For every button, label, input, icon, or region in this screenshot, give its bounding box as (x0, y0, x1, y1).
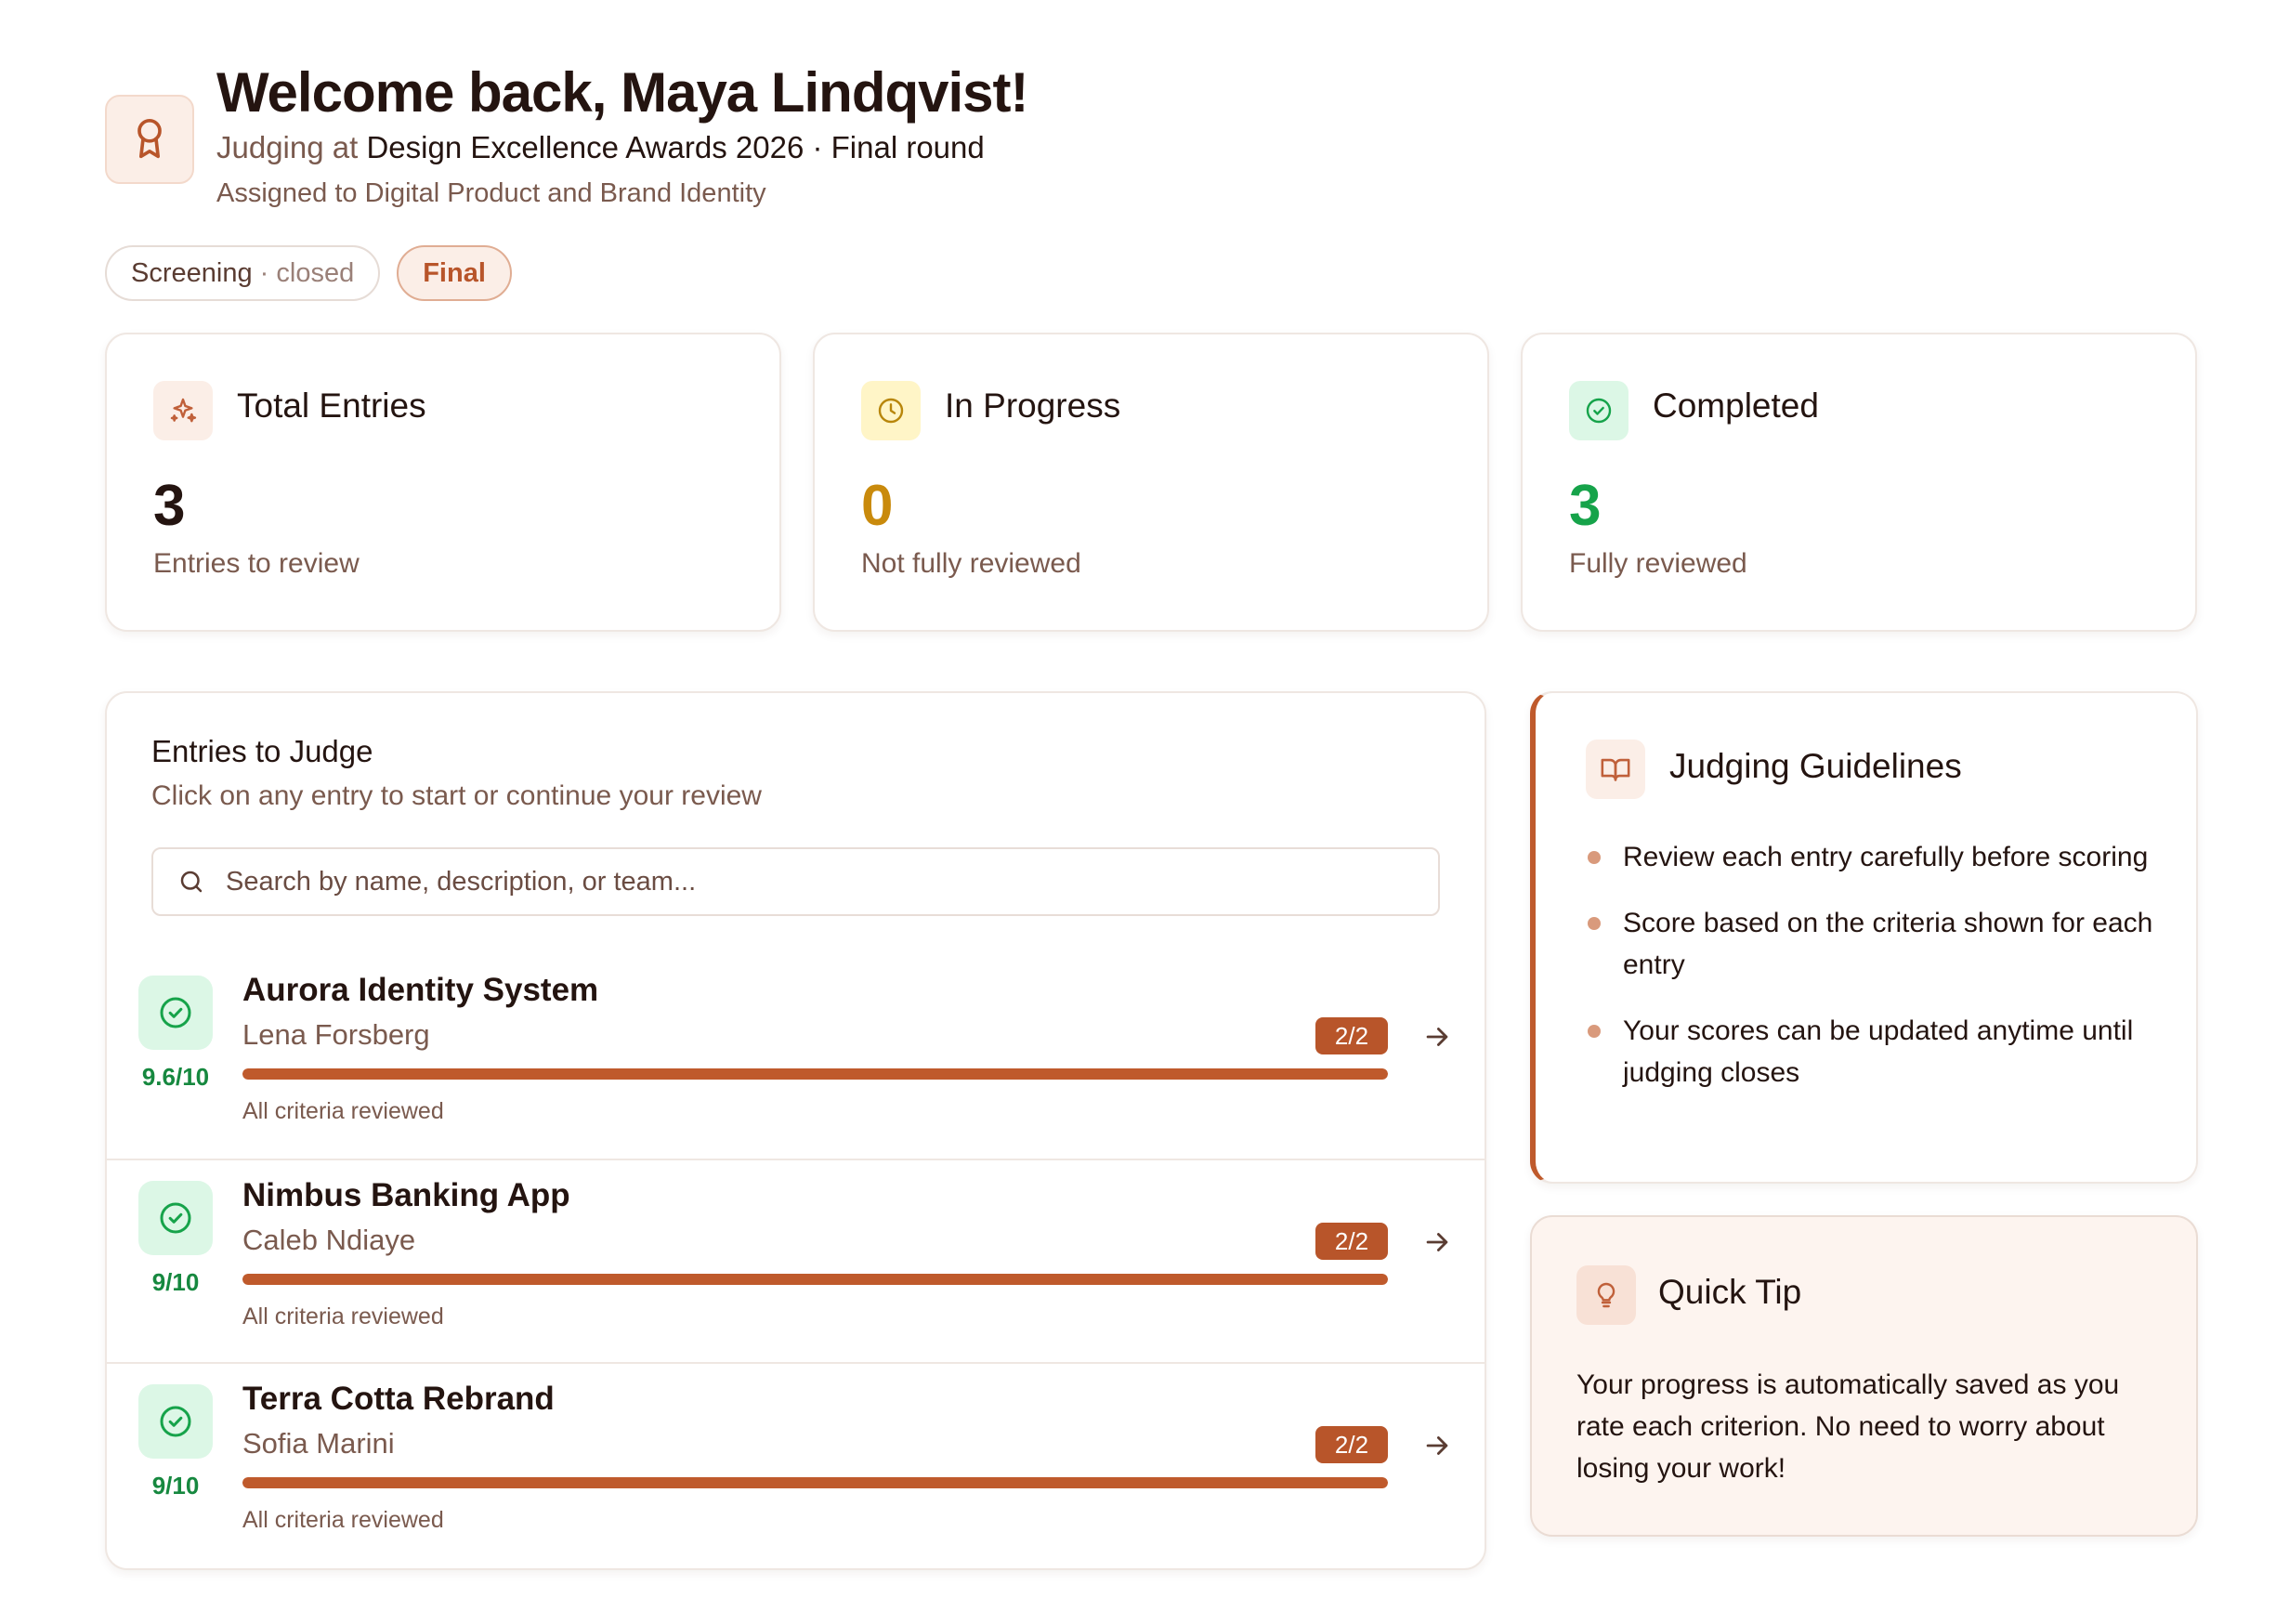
stat-title: In Progress (945, 386, 1121, 425)
assigned-categories: Assigned to Digital Product and Brand Id… (216, 178, 766, 208)
progress-bar-fill (242, 1274, 1388, 1285)
search-icon (176, 866, 207, 897)
search-box (151, 847, 1440, 916)
quick-tip-card: Quick Tip Your progress is automatically… (1530, 1215, 2198, 1537)
stat-value: 0 (861, 474, 894, 538)
guidelines-card: Judging Guidelines Review each entry car… (1530, 691, 2198, 1184)
tab-final[interactable]: Final (397, 245, 512, 301)
entry-status: All criteria reviewed (242, 1098, 444, 1124)
progress-badge: 2/2 (1315, 1426, 1388, 1463)
entry-score: 9.6/10 (141, 1063, 210, 1091)
entry-row[interactable]: 9/10 Terra Cotta Rebrand Sofia Marini 2/… (107, 1362, 1485, 1565)
judging-event: Judging at Design Excellence Awards 2026… (216, 130, 1424, 165)
progress-bar (242, 1477, 1388, 1488)
check-circle-icon (1569, 381, 1628, 440)
progress-bar (242, 1274, 1388, 1285)
check-circle-icon (138, 1384, 213, 1459)
progress-bar-fill (242, 1477, 1388, 1488)
stat-card-completed: Completed 3 Fully reviewed (1521, 333, 2197, 632)
progress-badge: 2/2 (1315, 1017, 1388, 1054)
list-item: Review each entry carefully before scori… (1584, 836, 2178, 878)
book-icon (1586, 740, 1645, 799)
stat-caption: Entries to review (153, 548, 360, 579)
entry-team: Caleb Ndiaye (242, 1224, 416, 1256)
list-item: Your scores can be updated anytime until… (1584, 1010, 2178, 1094)
guideline-text: Score based on the criteria shown for ea… (1623, 908, 2153, 980)
stat-value: 3 (1569, 474, 1602, 538)
entry-name: Aurora Identity System (242, 972, 599, 1008)
bullet-dot (1588, 917, 1601, 930)
progress-bar (242, 1068, 1388, 1080)
entry-team: Lena Forsberg (242, 1018, 430, 1051)
guidelines-list: Review each entry carefully before scori… (1584, 836, 2178, 1118)
entries-subtitle: Click on any entry to start or continue … (151, 780, 762, 811)
award-icon (105, 95, 194, 184)
progress-badge: 2/2 (1315, 1223, 1388, 1260)
entry-score: 9/10 (151, 1472, 200, 1500)
screening-label: Screening (131, 257, 253, 288)
list-item: Score based on the criteria shown for ea… (1584, 902, 2178, 986)
lightbulb-icon (1576, 1265, 1636, 1325)
guidelines-title: Judging Guidelines (1669, 747, 1962, 785)
entry-row[interactable]: 9.6/10 Aurora Identity System Lena Forsb… (107, 955, 1485, 1159)
entry-name: Terra Cotta Rebrand (242, 1381, 555, 1417)
arrow-right-icon[interactable] (1419, 1224, 1456, 1261)
entries-title: Entries to Judge (151, 734, 373, 768)
entry-status: All criteria reviewed (242, 1303, 444, 1329)
arrow-right-icon[interactable] (1419, 1018, 1456, 1055)
entry-status: All criteria reviewed (242, 1507, 444, 1533)
stat-title: Completed (1653, 386, 1819, 425)
tip-title: Quick Tip (1658, 1273, 1802, 1311)
entry-name: Nimbus Banking App (242, 1177, 570, 1213)
screening-status: · closed (259, 257, 355, 288)
stat-caption: Fully reviewed (1569, 548, 1747, 579)
clock-icon (861, 381, 921, 440)
entries-panel: Entries to Judge Click on any entry to s… (105, 691, 1486, 1570)
entry-row[interactable]: 9/10 Nimbus Banking App Caleb Ndiaye 2/2… (107, 1159, 1485, 1362)
entry-team: Sofia Marini (242, 1427, 395, 1460)
search-input[interactable] (226, 866, 1387, 897)
tab-screening[interactable]: Screening · closed (105, 245, 381, 301)
progress-bar-fill (242, 1068, 1388, 1080)
stats-row: Total Entries 3 Entries to review In Pro… (105, 333, 2198, 632)
sparkle-icon (153, 381, 213, 440)
tip-body: Your progress is automatically saved as … (1576, 1369, 2120, 1484)
entry-score: 9/10 (151, 1268, 200, 1296)
stat-caption: Not fully reviewed (861, 548, 1081, 579)
stat-card-in-progress: In Progress 0 Not fully reviewed (813, 333, 1489, 632)
arrow-right-icon[interactable] (1419, 1427, 1456, 1464)
stat-title: Total Entries (237, 386, 426, 425)
page-title: Welcome back, Maya Lindqvist! (216, 61, 1029, 124)
stat-value: 3 (153, 474, 186, 538)
stat-card-total: Total Entries 3 Entries to review (105, 333, 781, 632)
event-name: Design Excellence Awards 2026 · Final ro… (366, 130, 985, 164)
round-tabs: Screening · closed Final (105, 245, 512, 301)
judging-prefix: Judging at (216, 130, 359, 164)
check-circle-icon (138, 1181, 213, 1255)
check-circle-icon (138, 976, 213, 1050)
bullet-dot (1588, 1025, 1601, 1038)
bullet-dot (1588, 851, 1601, 864)
guideline-text: Your scores can be updated anytime until… (1623, 1015, 2134, 1088)
guideline-text: Review each entry carefully before scori… (1623, 842, 2149, 872)
